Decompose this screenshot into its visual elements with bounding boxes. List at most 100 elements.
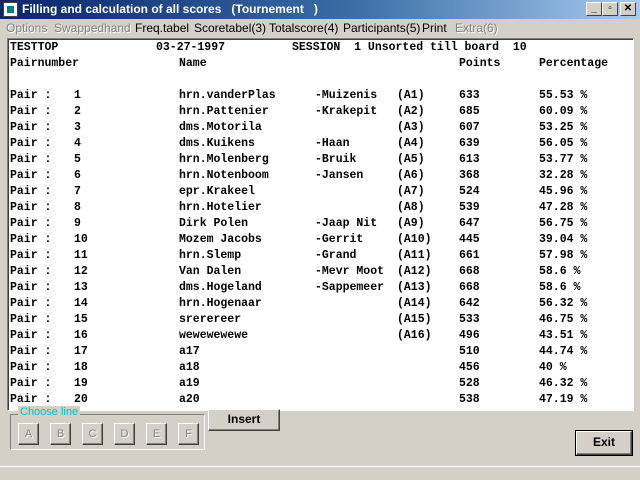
pair-label: Pair : xyxy=(10,249,52,262)
pair-label: Pair : xyxy=(10,201,52,214)
line-f-button[interactable]: F xyxy=(178,423,199,445)
exit-button[interactable]: Exit xyxy=(576,431,632,455)
points: 496 xyxy=(459,329,480,342)
points: 539 xyxy=(459,201,480,214)
menu-swappedhand[interactable]: Swappedhand xyxy=(54,21,131,35)
menu-bar: Options Swappedhand Freq.tabel Scoretabe… xyxy=(0,19,640,37)
partner-name: -Muizenis xyxy=(315,89,378,102)
percentage: 46.32 % xyxy=(539,377,588,390)
pair-name: srerereer xyxy=(179,313,242,326)
pair-code: (A10) xyxy=(397,233,432,246)
pair-code: (A5) xyxy=(397,153,425,166)
pair-number: 18 xyxy=(74,361,88,374)
menu-participants[interactable]: Participants(5) xyxy=(343,21,420,35)
percentage: 56.75 % xyxy=(539,217,588,230)
line-a-button[interactable]: A xyxy=(18,423,39,445)
line-b-button[interactable]: B xyxy=(50,423,71,445)
line-c-button[interactable]: C xyxy=(82,423,103,445)
partner-name: -Haan xyxy=(315,137,350,150)
pair-name: hrn.Hogenaar xyxy=(179,297,262,310)
pair-label: Pair : xyxy=(10,345,52,358)
menu-freq-tabel[interactable]: Freq.tabel xyxy=(135,21,189,35)
pair-label: Pair : xyxy=(10,169,52,182)
percentage: 57.98 % xyxy=(539,249,588,262)
pair-name: a19 xyxy=(179,377,200,390)
pair-name: wewewewewe xyxy=(179,329,249,342)
points: 456 xyxy=(459,361,480,374)
partner-name: -Bruik xyxy=(315,153,357,166)
pair-name: a17 xyxy=(179,345,200,358)
pair-number: 9 xyxy=(74,217,81,230)
points: 639 xyxy=(459,137,480,150)
session-date: 03-27-1997 xyxy=(156,41,226,54)
pair-name: a20 xyxy=(179,393,200,406)
insert-button[interactable]: Insert xyxy=(208,409,280,431)
percentage: 58.6 % xyxy=(539,281,581,294)
pair-label: Pair : xyxy=(10,313,52,326)
app-icon[interactable] xyxy=(3,2,18,17)
points: 642 xyxy=(459,297,480,310)
pair-name: hrn.Pattenier xyxy=(179,105,269,118)
column-header-percentage: Percentage xyxy=(539,57,609,70)
pair-number: 14 xyxy=(74,297,88,310)
pair-number: 7 xyxy=(74,185,81,198)
menu-extra[interactable]: Extra(6) xyxy=(455,21,498,35)
pair-code: (A6) xyxy=(397,169,425,182)
pair-code: (A4) xyxy=(397,137,425,150)
menu-scoretabel[interactable]: Scoretabel(3) xyxy=(194,21,266,35)
line-d-button[interactable]: D xyxy=(114,423,135,445)
percentage: 39.04 % xyxy=(539,233,588,246)
percentage: 53.77 % xyxy=(539,153,588,166)
menu-totalscore[interactable]: Totalscore(4) xyxy=(269,21,338,35)
pair-number: 20 xyxy=(74,393,88,406)
percentage: 40 % xyxy=(539,361,567,374)
column-header-row: Pairnumber Name Points Percentage xyxy=(10,57,608,73)
points: 524 xyxy=(459,185,480,198)
pair-code: (A1) xyxy=(397,89,425,102)
menu-options[interactable]: Options xyxy=(6,21,47,35)
column-header-pair: Pairnumber xyxy=(10,57,80,70)
percentage: 56.05 % xyxy=(539,137,588,150)
pair-name: hrn.vanderPlas xyxy=(179,89,276,102)
percentage: 32.28 % xyxy=(539,169,588,182)
pair-name: hrn.Notenboom xyxy=(179,169,269,182)
points: 613 xyxy=(459,153,480,166)
partner-name: -Grand xyxy=(315,249,357,262)
menu-print[interactable]: Print xyxy=(422,21,447,35)
percentage: 55.53 % xyxy=(539,89,588,102)
pair-label: Pair : xyxy=(10,329,52,342)
percentage: 45.96 % xyxy=(539,185,588,198)
points: 668 xyxy=(459,265,480,278)
score-list[interactable]: TESTTOP 03-27-1997 SESSION 1 Unsorted ti… xyxy=(7,38,634,411)
percentage: 47.19 % xyxy=(539,393,588,406)
pair-number: 13 xyxy=(74,281,88,294)
pair-number: 17 xyxy=(74,345,88,358)
pair-label: Pair : xyxy=(10,153,52,166)
pair-code: (A15) xyxy=(397,313,432,326)
pair-code: (A14) xyxy=(397,297,432,310)
pair-label: Pair : xyxy=(10,105,52,118)
pair-number: 16 xyxy=(74,329,88,342)
pair-label: Pair : xyxy=(10,89,52,102)
session-info: SESSION 1 Unsorted till board 10 xyxy=(292,41,527,54)
pair-label: Pair : xyxy=(10,233,52,246)
title-bar[interactable]: Filling and calculation of all scores (T… xyxy=(0,0,640,19)
points: 607 xyxy=(459,121,480,134)
pair-number: 8 xyxy=(74,201,81,214)
pair-label: Pair : xyxy=(10,121,52,134)
pair-name: dms.Motorila xyxy=(179,121,262,134)
percentage: 43.51 % xyxy=(539,329,588,342)
points: 510 xyxy=(459,345,480,358)
column-header-name: Name xyxy=(179,57,207,70)
maximize-button[interactable]: ▫ xyxy=(602,2,618,16)
pair-name: dms.Hogeland xyxy=(179,281,262,294)
minimize-button[interactable]: _ xyxy=(586,2,602,16)
pair-label: Pair : xyxy=(10,377,52,390)
pair-number: 1 xyxy=(74,89,81,102)
divider xyxy=(0,466,640,467)
close-button[interactable]: ✕ xyxy=(620,2,636,16)
points: 647 xyxy=(459,217,480,230)
line-e-button[interactable]: E xyxy=(146,423,167,445)
percentage: 46.75 % xyxy=(539,313,588,326)
partner-name: -Mevr Moot xyxy=(315,265,385,278)
